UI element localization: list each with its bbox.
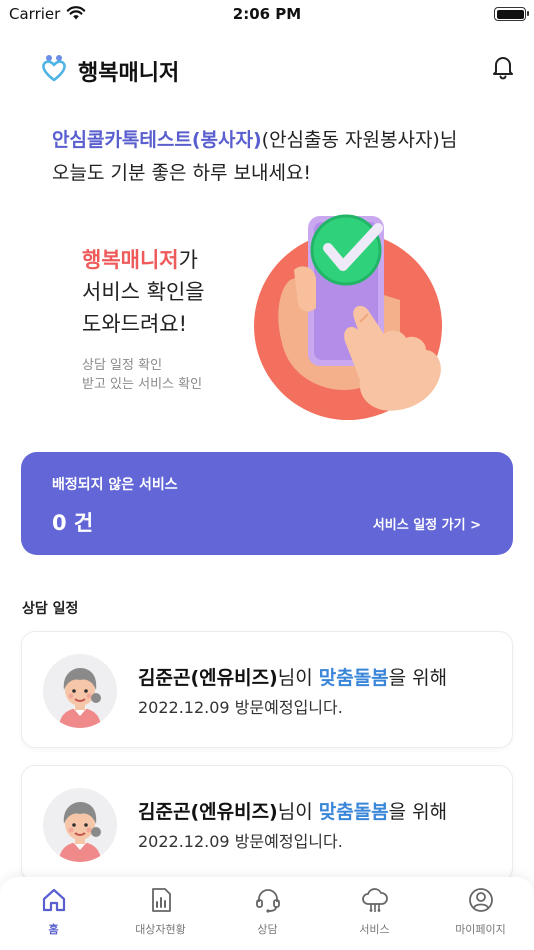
- cloud-icon: [361, 888, 388, 912]
- home-icon: [42, 888, 65, 912]
- tab-my-page[interactable]: 마이페이지: [427, 887, 534, 937]
- hero-accent-suffix: 가: [178, 248, 198, 272]
- hero-headline: 행복매니저가 서비스 확인을 도와드려요!: [82, 244, 205, 340]
- hero-line-2: 서비스 확인을: [82, 280, 205, 304]
- bell-icon[interactable]: [491, 54, 515, 84]
- service-name: 맞춤돌봄: [318, 801, 389, 823]
- tab-consultation[interactable]: 상담: [214, 887, 321, 937]
- user-name: 안심콜카톡테스트(봉사자): [52, 129, 262, 151]
- summary-text: 님이: [277, 667, 319, 689]
- unassigned-count: 0 건: [52, 511, 94, 535]
- tab-label: 서비스: [359, 923, 390, 936]
- user-icon: [468, 888, 493, 912]
- app-title: 행복매니저: [78, 61, 180, 86]
- tab-label: 홈: [48, 923, 59, 936]
- hero-accent: 행복매니저: [82, 248, 179, 272]
- battery-icon: [494, 7, 529, 21]
- client-name: 김준곤(엔유비즈): [138, 667, 278, 689]
- hero-line-3: 도와드려요!: [82, 312, 188, 336]
- heart-logo-icon: [41, 54, 67, 86]
- tab-label: 마이페이지: [455, 923, 506, 936]
- chart-icon: [151, 888, 171, 912]
- avatar: [43, 788, 117, 862]
- consult-summary: 김준곤(엔유비즈)님이 맞춤돌봄을 위해: [138, 663, 447, 690]
- avatar: [43, 654, 117, 728]
- greeting-line-1: 안심콜카톡테스트(봉사자)(안심출동 자원봉사자)님: [52, 124, 457, 157]
- visit-date: 2022.12.09 방문예정입니다.: [138, 698, 343, 717]
- service-name: 맞춤돌봄: [318, 667, 389, 689]
- tab-service[interactable]: 서비스: [321, 887, 428, 937]
- hero-subtext: 상담 일정 확인 받고 있는 서비스 확인: [82, 356, 202, 394]
- hero-sub-1: 상담 일정 확인: [82, 358, 163, 373]
- unassigned-services-card[interactable]: 배정되지 않은 서비스 0 건 서비스 일정 가기 >: [21, 452, 513, 555]
- summary-text: 님이: [277, 801, 319, 823]
- visit-date: 2022.12.09 방문예정입니다.: [138, 832, 343, 851]
- user-role: (안심출동 자원봉사자)님: [261, 129, 458, 151]
- status-bar: Carrier 2:06 PM: [0, 0, 534, 30]
- tab-bar: 홈 대상자현황 상담 서비스 마이페이지: [0, 877, 534, 950]
- greeting-message: 오늘도 기분 좋은 하루 보내세요!: [52, 162, 312, 184]
- status-time: 2:06 PM: [232, 5, 302, 23]
- tab-label: 대상자현황: [135, 923, 186, 936]
- greeting: 안심콜카톡테스트(봉사자)(안심출동 자원봉사자)님 오늘도 기분 좋은 하루 …: [52, 124, 457, 190]
- summary-tail: 을 위해: [388, 667, 448, 689]
- consult-card[interactable]: 김준곤(엔유비즈)님이 맞춤돌봄을 위해 2022.12.09 방문예정입니다.: [21, 631, 513, 748]
- tab-home[interactable]: 홈: [0, 887, 107, 937]
- client-name: 김준곤(엔유비즈): [138, 801, 278, 823]
- tab-client-status[interactable]: 대상자현황: [107, 887, 214, 937]
- unassigned-label: 배정되지 않은 서비스: [52, 477, 178, 493]
- tab-label: 상담: [257, 923, 278, 936]
- phone-check-illustration: [250, 210, 446, 422]
- go-to-schedule-link[interactable]: 서비스 일정 가기 >: [373, 514, 481, 533]
- hero-sub-2: 받고 있는 서비스 확인: [82, 377, 203, 392]
- app-header: 행복매니저: [0, 46, 534, 90]
- summary-tail: 을 위해: [388, 801, 448, 823]
- consult-summary: 김준곤(엔유비즈)님이 맞춤돌봄을 위해: [138, 797, 447, 824]
- consult-card[interactable]: 김준곤(엔유비즈)님이 맞춤돌봄을 위해 2022.12.09 방문예정입니다.: [21, 765, 513, 882]
- section-title: 상담 일정: [22, 601, 79, 617]
- headset-icon: [255, 889, 280, 913]
